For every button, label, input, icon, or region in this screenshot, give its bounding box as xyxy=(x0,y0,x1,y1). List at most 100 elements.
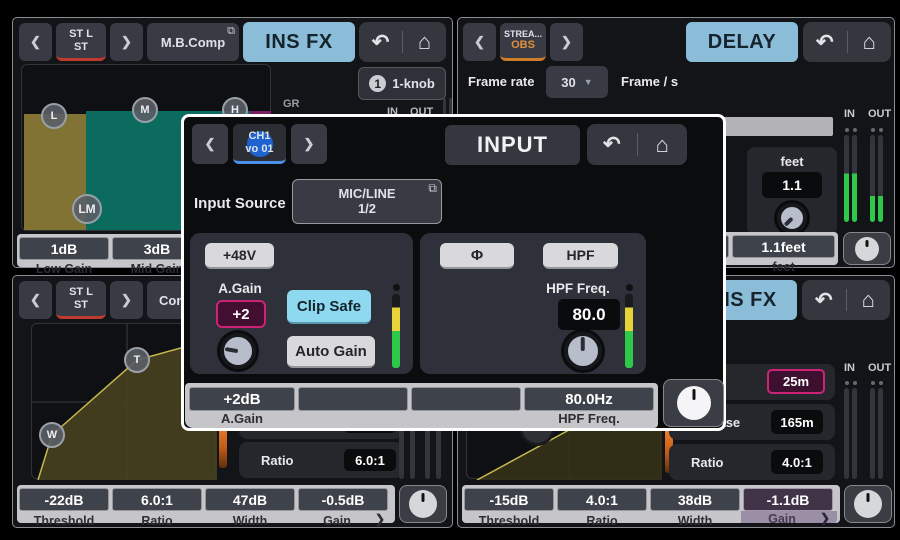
channel-select-button[interactable]: ST L ST xyxy=(56,281,106,319)
channel-name-bottom: vo 01 xyxy=(245,143,273,156)
channel-select-button[interactable]: CH1 vo 01 xyxy=(233,124,286,164)
delay-value[interactable]: 1.1feet xyxy=(732,235,835,258)
feet-knob[interactable] xyxy=(777,203,807,233)
ratio-value[interactable]: 6.0:1 xyxy=(344,449,396,471)
touch-knob-button[interactable] xyxy=(844,485,892,523)
frame-rate-label: Frame rate xyxy=(468,74,534,89)
channel-name-bottom: OBS xyxy=(511,39,535,52)
one-knob-button[interactable]: 1 1-knob xyxy=(358,67,446,100)
threshold-label: Threshold xyxy=(464,513,554,528)
ratio-row: Ratio 6.0:1 xyxy=(239,442,403,478)
channel-name-top: ST L xyxy=(69,28,93,41)
phantom-48v-button[interactable]: +48V xyxy=(205,243,274,269)
attack-value[interactable]: 25m xyxy=(767,369,825,394)
touch-knob-button[interactable] xyxy=(663,379,724,427)
param-value[interactable]: 1dB xyxy=(19,237,109,260)
prev-channel-button[interactable]: ❮ xyxy=(192,124,228,164)
next-channel-button[interactable]: ❯ xyxy=(110,281,143,319)
clip-safe-button[interactable]: Clip Safe xyxy=(287,290,371,324)
in-meter xyxy=(852,135,857,222)
screen-title-delay: DELAY xyxy=(686,22,798,62)
meter-dot xyxy=(879,381,883,385)
input-source-button[interactable]: MIC/LINE 1/2 ⧉ xyxy=(292,179,442,224)
frame-rate-value: 30 xyxy=(561,75,575,90)
channel-name-top: ST L xyxy=(69,286,93,299)
prev-channel-button[interactable]: ❮ xyxy=(19,23,52,61)
ratio-value[interactable]: 6.0:1 xyxy=(112,488,202,511)
width-value[interactable]: 38dB xyxy=(650,488,740,511)
gain-value[interactable]: -1.1dB xyxy=(743,488,833,511)
more-params-icon[interactable]: ❯ xyxy=(820,511,830,525)
param-value[interactable] xyxy=(411,387,521,411)
release-value[interactable]: 165m xyxy=(771,410,823,434)
band-low-handle[interactable]: L xyxy=(41,103,67,129)
frame-rate-select[interactable]: 30 ▼ xyxy=(546,66,608,98)
band-lowmid-handle[interactable]: LM xyxy=(72,194,102,224)
channel-select-button[interactable]: STREA... OBS xyxy=(500,23,546,61)
out-meter xyxy=(878,135,883,222)
dialog-title: INPUT xyxy=(445,125,580,165)
undo-button[interactable]: ↶ xyxy=(803,22,847,62)
phase-button[interactable]: Φ xyxy=(440,243,514,269)
hpf-freq-label: HPF Freq. xyxy=(536,281,620,296)
more-params-icon[interactable]: ❯ xyxy=(375,512,385,526)
threshold-handle[interactable]: T xyxy=(124,347,150,373)
home-button[interactable]: ⌂ xyxy=(638,124,688,165)
hpf-freq-value[interactable]: 80.0Hz xyxy=(524,387,654,411)
mixer-screen: ❮ ST L ST ❯ M.B.Comp ⧉ INS FX ↶ ⌂ 1 1-kn… xyxy=(0,0,900,540)
in-meter xyxy=(844,135,849,222)
prev-channel-button[interactable]: ❮ xyxy=(463,23,496,61)
again-value[interactable]: +2dB xyxy=(189,387,295,411)
input-source-line1: MIC/LINE xyxy=(338,187,395,202)
auto-gain-button[interactable]: Auto Gain xyxy=(287,336,375,368)
undo-home-group: ↶ ⌂ xyxy=(587,124,687,165)
width-handle[interactable]: W xyxy=(39,422,65,448)
library-button[interactable]: M.B.Comp ⧉ xyxy=(147,23,239,61)
threshold-value[interactable]: -15dB xyxy=(464,488,554,511)
clip-indicator xyxy=(393,284,400,291)
analog-gain-section: +48V A.Gain +2 Clip Safe Auto Gain xyxy=(190,233,413,374)
dialog-param-bar: +2dB A.Gain 80.0Hz HPF Freq. xyxy=(185,383,658,428)
meter-dot xyxy=(845,128,849,132)
touch-knob-button[interactable] xyxy=(843,232,891,265)
home-button[interactable]: ⌂ xyxy=(847,280,891,320)
prev-channel-button[interactable]: ❮ xyxy=(19,281,52,319)
threshold-value[interactable]: -22dB xyxy=(19,488,109,511)
again-value[interactable]: +2 xyxy=(216,300,266,328)
channel-name-bottom: ST xyxy=(74,41,88,54)
undo-home-group: ↶ ⌂ xyxy=(359,22,446,62)
next-channel-button[interactable]: ❯ xyxy=(110,23,143,61)
again-knob[interactable] xyxy=(220,333,256,369)
hpf-freq-value[interactable]: 80.0 xyxy=(558,299,620,330)
ratio-value[interactable]: 4.0:1 xyxy=(557,488,647,511)
next-channel-button[interactable]: ❯ xyxy=(550,23,583,61)
out-meter xyxy=(878,388,883,479)
threshold-label: Threshold xyxy=(19,513,109,528)
home-button[interactable]: ⌂ xyxy=(848,22,892,62)
undo-button[interactable]: ↶ xyxy=(587,124,637,165)
gain-value[interactable]: -0.5dB xyxy=(298,488,388,511)
width-value[interactable]: 47dB xyxy=(205,488,295,511)
undo-button[interactable]: ↶ xyxy=(359,22,402,62)
ratio-value[interactable]: 4.0:1 xyxy=(771,450,823,474)
out-label: OUT xyxy=(868,362,891,374)
channel-select-button[interactable]: ST L ST xyxy=(56,23,106,61)
bl-param-bar: -22dB Threshold 6.0:1 Ratio 47dB Width -… xyxy=(17,485,395,523)
ratio-label: Ratio xyxy=(261,453,294,468)
undo-button[interactable]: ↶ xyxy=(802,280,846,320)
undo-home-group: ↶ ⌂ xyxy=(803,22,891,62)
band-mid-handle[interactable]: M xyxy=(132,97,158,123)
input-source-label: Input Source xyxy=(194,195,286,212)
delay-unit-label: feet xyxy=(732,259,835,274)
touch-knob-button[interactable] xyxy=(399,485,447,523)
hpf-button[interactable]: HPF xyxy=(543,243,618,269)
input-level-meter xyxy=(392,294,400,368)
input-dialog: ❮ CH1 vo 01 ❯ INPUT ↶ ⌂ Input Source MIC… xyxy=(181,114,726,431)
in-meter xyxy=(844,388,849,479)
next-channel-button[interactable]: ❯ xyxy=(291,124,327,164)
channel-name-top: CH1 xyxy=(248,130,270,143)
feet-value[interactable]: 1.1 xyxy=(762,172,822,198)
hpf-knob[interactable] xyxy=(564,332,602,370)
param-value[interactable] xyxy=(298,387,408,411)
home-button[interactable]: ⌂ xyxy=(403,22,446,62)
